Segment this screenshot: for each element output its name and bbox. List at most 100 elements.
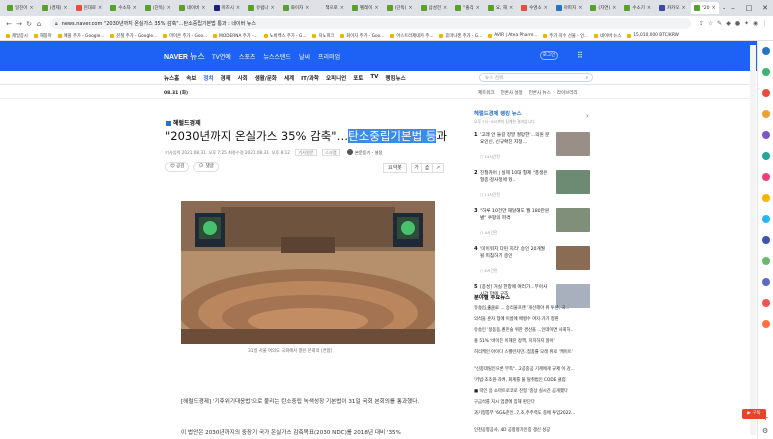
close-tab-icon[interactable]: × bbox=[544, 5, 548, 11]
browser-tab[interactable]: 펠레이 × bbox=[349, 2, 382, 14]
bookmark-item[interactable]: 15,010,000 BTC/KRW bbox=[627, 33, 679, 38]
extension-amber-icon[interactable] bbox=[762, 194, 770, 202]
extension-teal-icon[interactable] bbox=[762, 152, 770, 160]
popular-news-item[interactable]: 유송인 '정동동,퀀민슬 위한 경산을 ...인데이면 사회하.. bbox=[474, 327, 594, 338]
close-tab-icon[interactable]: × bbox=[509, 5, 513, 11]
close-tab-icon[interactable]: × bbox=[647, 5, 651, 11]
browser-tab[interactable]: "출각 × bbox=[452, 2, 483, 14]
close-tab-icon[interactable]: × bbox=[443, 5, 447, 11]
browser-tab[interactable]: 수소차 × bbox=[107, 2, 140, 14]
popular-news-item[interactable]: 홍 51% '바이든 이해진 정책, 지지하지 않아' bbox=[474, 338, 594, 349]
close-tab-icon[interactable]: × bbox=[711, 5, 715, 11]
bookmark-item[interactable]: 진철 주가 - Google... bbox=[110, 33, 157, 39]
browser-tab[interactable]: 삼성전 × bbox=[418, 2, 451, 14]
close-tab-icon[interactable]: × bbox=[681, 5, 685, 11]
category-tab[interactable]: 속보 bbox=[186, 74, 196, 82]
category-tab[interactable]: 뉴스홈 bbox=[164, 74, 179, 82]
home-icon[interactable]: ⌂ bbox=[34, 20, 44, 28]
profile-icon[interactable]: ◉ bbox=[751, 20, 760, 27]
close-tab-icon[interactable]: × bbox=[340, 5, 344, 11]
service-menu-item[interactable]: 날씨 bbox=[299, 52, 310, 61]
scrap-button[interactable]: 스크랩 bbox=[322, 149, 340, 156]
top-link[interactable]: 언론사 뉴스 bbox=[529, 90, 551, 96]
popular-news-item[interactable]: 구금석를 지시 업결에 집해 판단다 bbox=[474, 399, 594, 410]
close-tab-icon[interactable]: × bbox=[63, 5, 67, 11]
address-bar[interactable]: 🔒︎ news.naver.com "2030년까지 온실가스 35% 감축"…… bbox=[50, 18, 691, 29]
extension-orange2-icon[interactable] bbox=[762, 320, 770, 328]
menu-icon[interactable]: ⋮ bbox=[760, 20, 769, 27]
gear-icon[interactable]: ⚙ bbox=[762, 427, 768, 435]
browser-tab[interactable]: 아파지 × bbox=[553, 2, 586, 14]
service-menu-item[interactable]: 프리미엄 bbox=[318, 52, 340, 61]
naver-logo[interactable]: NAVER 뉴스 bbox=[164, 51, 205, 62]
close-tab-icon[interactable]: × bbox=[374, 5, 378, 11]
popular-news-item[interactable]: 과기형통부 '6G&준인..7,조,주주력도 중에 투입2022... bbox=[474, 410, 594, 421]
bookmark-item[interactable]: 노바백스 주가 - G... bbox=[263, 33, 306, 39]
top-link[interactable]: 언론사 설정 bbox=[501, 90, 523, 96]
ranking-item[interactable]: 2진철카어 | 실제 10대 형제 "총생은 형종·정사정에 뒀.. 11시간전 bbox=[474, 170, 592, 204]
extension-red2-icon[interactable] bbox=[762, 299, 770, 307]
bookmark-item[interactable]: 지노피크 bbox=[312, 33, 334, 39]
close-tab-icon[interactable]: × bbox=[612, 5, 616, 11]
close-tab-icon[interactable]: × bbox=[236, 5, 240, 11]
browser-tab[interactable]: 요, 해 × bbox=[485, 2, 516, 14]
service-menu-item[interactable]: 뉴스스탠드 bbox=[263, 52, 291, 61]
extension-green2-icon[interactable] bbox=[762, 257, 770, 265]
bookmark-item[interactable]: 네이버 뉴스 bbox=[594, 33, 621, 39]
browser-tab[interactable]: (단독) × bbox=[384, 2, 416, 14]
bookmark-star-icon[interactable]: ☆ bbox=[706, 20, 715, 27]
ranking-item[interactable]: 4'미이워지 다린 지리' 승인 20개월 될 피침하기 중인 6시간전 bbox=[474, 246, 592, 280]
login-button[interactable]: 로그인 bbox=[540, 51, 558, 60]
minimize-icon[interactable]: – bbox=[725, 4, 741, 12]
popular-news-item[interactable]: 인천공항공사, 4D 공항평가인증 갱신 성공 bbox=[474, 427, 594, 438]
category-tab[interactable]: 오피니언 bbox=[326, 74, 346, 82]
extension-red-icon[interactable] bbox=[762, 89, 770, 97]
service-menu-item[interactable]: TV연예 bbox=[212, 52, 231, 61]
bookmark-item[interactable]: MODERNA 주가 -... bbox=[213, 33, 258, 39]
category-tab[interactable]: 정치 bbox=[203, 74, 213, 82]
ranking-item[interactable]: 3"하루 10건만 해달해도 월 180만원 벌" 쿠팡의 파격 4시간전 bbox=[474, 208, 592, 242]
close-tab-icon[interactable]: × bbox=[29, 5, 33, 11]
popular-news-item[interactable]: 의석을 훈자 형에 이름에 배쩡수 여자 가기 청판 bbox=[474, 316, 594, 327]
close-tab-icon[interactable]: × bbox=[305, 5, 309, 11]
listen-button[interactable]: 본문듣기 - 설정 bbox=[347, 149, 382, 155]
category-tab[interactable]: TV bbox=[370, 74, 378, 82]
search-icon[interactable]: ⌕ bbox=[585, 75, 588, 81]
maximize-icon[interactable]: □ bbox=[741, 4, 757, 12]
browser-tab[interactable]: 네이버 × bbox=[176, 2, 209, 14]
category-tab[interactable]: 경제 bbox=[220, 74, 230, 82]
bookmark-item[interactable]: AVIR | Atea Pharm... bbox=[488, 33, 537, 38]
bookmark-item[interactable]: 제일증시 bbox=[6, 33, 28, 39]
extension-orange-icon[interactable] bbox=[762, 110, 770, 118]
popular-news-item[interactable]: 허리케인 아이다 스켈련지만..접종률 모래 위로 '케이트' bbox=[474, 349, 594, 360]
ranking-title[interactable]: 헤럴드경제 랭킹 뉴스 오후 7시~8시까지 집계한 결과입니다. bbox=[474, 109, 536, 125]
popular-news-item[interactable]: 유송인 출운로 ... 승리물프랜 '개선헤야 위 투년, 국... bbox=[474, 305, 594, 316]
extension-sky-icon[interactable] bbox=[762, 215, 770, 223]
category-tab[interactable]: 사회 bbox=[238, 74, 248, 82]
extension-pink-icon[interactable] bbox=[762, 173, 770, 181]
browser-tab[interactable]: 카카오 × bbox=[656, 2, 689, 14]
extension-icon[interactable]: ✎ bbox=[715, 20, 724, 27]
browser-tab[interactable]: 현대로 × bbox=[73, 2, 106, 14]
comment-button[interactable]: 💬︎ 댓글 bbox=[193, 162, 219, 172]
bookmark-item[interactable]: 애플 주가 - Google... bbox=[57, 33, 104, 39]
font-size-button[interactable]: 가 bbox=[411, 163, 422, 173]
bookmark-item[interactable]: 휴마나젠 주가 - G... bbox=[439, 33, 482, 39]
bookmark-item[interactable]: 화이자 주가 - Goo... bbox=[340, 33, 384, 39]
browser-tab[interactable]: 수명소 × bbox=[518, 2, 551, 14]
category-tab[interactable]: IT/과학 bbox=[301, 74, 319, 82]
browser-tab[interactable]: 수소기 × bbox=[621, 2, 654, 14]
popular-news-item[interactable]: "신종데릴인으론 부족"...2공중공 기계에게 규제 이 강... bbox=[474, 366, 594, 377]
like-button[interactable]: 😊 공감 bbox=[165, 162, 190, 172]
bookmark-item[interactable]: 주가 지수 선물 - 인... bbox=[543, 33, 588, 39]
browser-tab[interactable]: (자연) × bbox=[587, 2, 619, 14]
popular-news-item[interactable]: ■ 락인 응 소마트로코로 진형 '중상 실시간 공개했다 bbox=[474, 388, 594, 399]
extension-blue-icon[interactable] bbox=[762, 47, 770, 55]
browser-tab[interactable]: 일진어 × bbox=[4, 2, 37, 14]
summary-bot-button[interactable]: 요약봇 bbox=[383, 163, 407, 173]
print-button[interactable]: ⎙ bbox=[422, 163, 433, 173]
reload-icon[interactable]: ↻ bbox=[24, 20, 34, 28]
close-tab-icon[interactable]: × bbox=[578, 5, 582, 11]
bookmark-item[interactable]: 마이콘 주가 - Goo... bbox=[163, 33, 207, 39]
extension-icon[interactable]: ● bbox=[733, 20, 742, 27]
